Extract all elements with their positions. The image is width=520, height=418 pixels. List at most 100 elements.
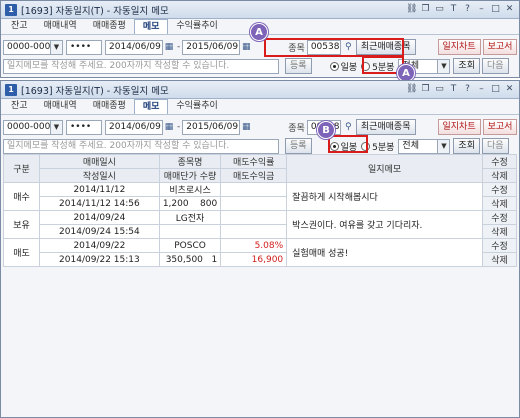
- account-dropdown-icon[interactable]: ▼: [51, 119, 63, 135]
- header-trade-date: 매매일시: [38, 154, 160, 169]
- radio-daily-label: 일봉: [340, 62, 358, 73]
- window-title: [1693] 자동일지(T) - 자동일지 메모: [21, 5, 169, 17]
- filter-select[interactable]: 전체: [398, 138, 439, 154]
- radio-daily[interactable]: 일봉: [329, 60, 358, 73]
- date-separator: -: [177, 122, 181, 132]
- table-row[interactable]: 보유 2014/09/24 LG전자 박스권이다. 여유를 갖고 기다리자. 수…: [3, 210, 518, 239]
- header-delete: 삭제: [481, 168, 518, 183]
- close-icon[interactable]: ✕: [504, 84, 515, 95]
- app-icon: 1: [5, 83, 17, 96]
- help-icon[interactable]: ?: [462, 4, 473, 15]
- edit-button[interactable]: 수정: [481, 238, 518, 253]
- table-row[interactable]: 매수 2014/11/12 비츠로시스 잘끔하게 시작해봅시다 수정: [3, 182, 518, 211]
- header-edit: 수정: [481, 154, 518, 169]
- diary-chart-button[interactable]: 일지차트: [437, 119, 481, 135]
- cell-return: [220, 210, 288, 225]
- memo-input[interactable]: 일지메모를 작성해 주세요. 200자까지 작성할 수 있습니다.: [3, 138, 279, 154]
- cell-write-date: 2014/11/12 14:56: [38, 196, 160, 211]
- cell-trade-date: 2014/09/22: [38, 238, 160, 253]
- help-icon[interactable]: ?: [462, 84, 473, 95]
- calendar-icon[interactable]: ▦: [163, 121, 175, 134]
- password-input[interactable]: ••••: [66, 39, 102, 55]
- title-bar: 1 [1693] 자동일지(T) - 자동일지 메모 ⛓ ❐ ▭ T ? – □…: [1, 1, 519, 19]
- stock-label: 종목: [288, 123, 305, 134]
- maximize-icon[interactable]: □: [490, 4, 501, 15]
- tab-memo[interactable]: 메모: [133, 99, 169, 114]
- edit-button[interactable]: 수정: [481, 182, 518, 197]
- copy-icon[interactable]: ❐: [420, 4, 431, 15]
- delete-button[interactable]: 삭제: [481, 224, 518, 239]
- annotation-badge-b: B: [317, 121, 335, 139]
- filter-dropdown-icon[interactable]: ▼: [438, 138, 451, 154]
- account-input[interactable]: 0000-0000: [3, 39, 51, 55]
- delete-button[interactable]: 삭제: [481, 252, 518, 267]
- delete-button[interactable]: 삭제: [481, 196, 518, 211]
- radio-5min-label: 5분봉: [372, 142, 395, 153]
- window-title: [1693] 자동일지(T) - 자동일지 메모: [21, 85, 169, 97]
- tab-trade-summary[interactable]: 매매종평: [85, 99, 134, 114]
- report-button[interactable]: 보고서: [482, 119, 518, 135]
- maximize-icon[interactable]: □: [490, 84, 501, 95]
- date-to-input[interactable]: 2015/06/09: [182, 119, 241, 135]
- window-icon[interactable]: ▭: [434, 4, 445, 15]
- tab-balance[interactable]: 잔고: [3, 99, 36, 114]
- report-button[interactable]: 보고서: [482, 39, 518, 55]
- cell-memo: 박스권이다. 여유를 갖고 기다리자.: [286, 210, 483, 239]
- close-icon[interactable]: ✕: [504, 4, 515, 15]
- window-bottom: 1 [1693] 자동일지(T) - 자동일지 메모 ⛓ ❐ ▭ T ? – □…: [0, 80, 520, 418]
- tab-memo[interactable]: 메모: [133, 19, 169, 34]
- date-to-input[interactable]: 2015/06/09: [182, 39, 241, 55]
- cell-trade-date: 2014/11/12: [38, 182, 160, 197]
- cell-price-qty: [158, 224, 222, 239]
- cell-profit: [220, 224, 288, 239]
- table-row[interactable]: 매도 2014/09/22 POSCO 5.08% 실험매매 성공! 수정: [3, 238, 518, 267]
- next-button[interactable]: 다음: [481, 138, 509, 154]
- window-icon[interactable]: ▭: [434, 84, 445, 95]
- query-button[interactable]: 조회: [453, 138, 480, 154]
- minimize-icon[interactable]: –: [476, 4, 487, 15]
- cell-return: [220, 182, 288, 197]
- register-button[interactable]: 등록: [285, 138, 312, 154]
- filter-dropdown-icon[interactable]: ▼: [438, 58, 451, 74]
- register-button[interactable]: 등록: [285, 58, 312, 74]
- calendar-icon[interactable]: ▦: [240, 121, 252, 134]
- title-bar: 1 [1693] 자동일지(T) - 자동일지 메모 ⛓ ❐ ▭ T ? – □…: [1, 81, 519, 99]
- memo-input[interactable]: 일지메모를 작성해 주세요. 200자까지 작성할 수 있습니다.: [3, 58, 279, 74]
- link-icon[interactable]: ⛓: [406, 4, 417, 15]
- header-price-qty: 매매단가 수량: [158, 168, 222, 183]
- search-icon[interactable]: ⚲: [343, 122, 354, 133]
- edit-button[interactable]: 수정: [481, 210, 518, 225]
- header-write-date: 작성일시: [38, 168, 160, 183]
- radio-daily-dot[interactable]: [329, 61, 339, 71]
- copy-icon[interactable]: ❐: [420, 84, 431, 95]
- minimize-icon[interactable]: –: [476, 84, 487, 95]
- calendar-icon[interactable]: ▦: [163, 41, 175, 54]
- header-return: 매도수익률: [220, 154, 288, 169]
- text-icon[interactable]: T: [448, 84, 459, 95]
- date-from-input[interactable]: 2014/06/09: [105, 119, 163, 135]
- header-price: 매매단가: [163, 172, 197, 182]
- query-button[interactable]: 조회: [453, 58, 480, 74]
- cell-trade-date: 2014/09/24: [38, 210, 160, 225]
- password-input[interactable]: ••••: [66, 119, 102, 135]
- recent-trades-button[interactable]: 최근매매종목: [355, 119, 416, 135]
- tab-return-trend[interactable]: 수익률추이: [168, 19, 225, 34]
- tab-trade-history[interactable]: 매매내역: [36, 19, 85, 34]
- date-from-input[interactable]: 2014/06/09: [105, 39, 163, 55]
- calendar-icon[interactable]: ▦: [240, 41, 252, 54]
- header-memo: 일지메모: [286, 154, 483, 183]
- account-input[interactable]: 0000-0000: [3, 119, 51, 135]
- tab-trade-summary[interactable]: 매매종평: [85, 19, 134, 34]
- link-icon[interactable]: ⛓: [406, 84, 417, 95]
- tab-trade-history[interactable]: 매매내역: [36, 99, 85, 114]
- account-dropdown-icon[interactable]: ▼: [51, 39, 63, 55]
- header-type: 구분: [3, 154, 40, 183]
- diary-chart-button[interactable]: 일지차트: [437, 39, 481, 55]
- cell-memo: 실험매매 성공!: [286, 238, 483, 267]
- tab-balance[interactable]: 잔고: [3, 19, 36, 34]
- header-stock: 종목명: [158, 154, 222, 169]
- next-button[interactable]: 다음: [481, 58, 509, 74]
- text-icon[interactable]: T: [448, 4, 459, 15]
- menu-tabs: 잔고 매매내역 매매종평 메모 수익률추이: [1, 99, 519, 115]
- tab-return-trend[interactable]: 수익률추이: [168, 99, 225, 114]
